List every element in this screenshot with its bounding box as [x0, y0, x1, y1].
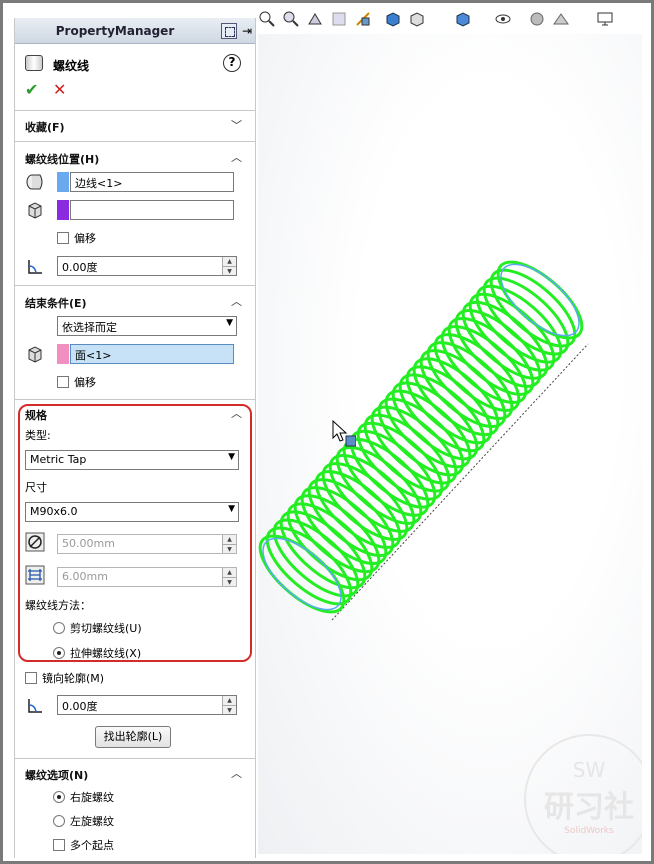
- mirror-profile-label: 镜向轮廓(M): [42, 672, 105, 685]
- end-condition-select[interactable]: 依选择而定 ▼: [57, 316, 237, 336]
- watermark-top: SW: [572, 758, 606, 782]
- helix-thread-model[interactable]: [258, 34, 642, 854]
- offset-label: 偏移: [74, 376, 96, 389]
- display-style-icon[interactable]: [408, 10, 426, 28]
- divider: [15, 285, 255, 286]
- profile-angle-value: 0.00度: [62, 700, 98, 713]
- feature-row: 螺纹线 ?: [25, 54, 245, 74]
- hide-show-items-icon[interactable]: [454, 10, 472, 28]
- view-orientation-icon[interactable]: [384, 10, 402, 28]
- chevron-up-icon[interactable]: ︿: [231, 149, 242, 165]
- favorites-title[interactable]: 收藏(F): [25, 119, 65, 135]
- right-hand-thread-radio[interactable]: 右旋螺纹: [53, 789, 114, 805]
- divider: [15, 141, 255, 142]
- end-face-color-swatch: [57, 344, 69, 364]
- end-face-selection-field[interactable]: 面<1>: [70, 344, 234, 364]
- start-angle-value: 0.00度: [62, 261, 98, 274]
- zoom-to-fit-icon[interactable]: [258, 10, 276, 28]
- spin-up-icon[interactable]: ▲: [222, 696, 236, 705]
- spin-down-icon[interactable]: ▼: [222, 705, 236, 714]
- end-condition-value: 依选择而定: [62, 321, 117, 334]
- angle-icon: [25, 695, 45, 715]
- pin-icon[interactable]: [221, 23, 237, 39]
- divider: [15, 758, 255, 759]
- edge-select-icon: [25, 172, 45, 192]
- edit-appearance-icon[interactable]: [528, 10, 546, 28]
- end-offset-checkbox[interactable]: 偏移: [57, 374, 96, 390]
- end-condition-title[interactable]: 结束条件(E): [25, 295, 87, 311]
- thread-options-title[interactable]: 螺纹选项(N): [25, 767, 88, 783]
- section-view-icon[interactable]: [330, 10, 348, 28]
- watermark-sub: SolidWorks: [564, 826, 614, 836]
- left-hand-thread-radio[interactable]: 左旋螺纹: [53, 813, 114, 829]
- graphics-viewport[interactable]: SW 研习社 SolidWorks: [258, 34, 642, 854]
- watermark-main: 研习社: [544, 790, 634, 825]
- pm-title: PropertyManager: [55, 24, 175, 38]
- mirror-profile-checkbox[interactable]: 镜向轮廓(M): [25, 670, 104, 686]
- face-color-swatch: [57, 200, 69, 220]
- position-offset-checkbox[interactable]: 偏移: [57, 230, 96, 246]
- view-settings-icon[interactable]: [596, 10, 614, 28]
- multiple-starts-checkbox[interactable]: 多个起点: [53, 837, 114, 853]
- locate-profile-button[interactable]: 找出轮廓(L): [95, 726, 171, 748]
- profile-angle-spinner[interactable]: 0.00度 ▲ ▼: [57, 695, 237, 715]
- ok-button[interactable]: ✔: [25, 80, 38, 99]
- eye-icon[interactable]: [494, 10, 512, 28]
- spec-highlight-box: [18, 404, 252, 662]
- right-hand-label: 右旋螺纹: [70, 791, 114, 804]
- feature-name: 螺纹线: [53, 59, 90, 73]
- left-hand-label: 左旋螺纹: [70, 815, 114, 828]
- mouse-cursor-icon: [332, 420, 356, 447]
- spin-up-icon[interactable]: ▲: [222, 257, 236, 266]
- face-selection-field[interactable]: [70, 200, 234, 220]
- previous-view-icon[interactable]: [306, 10, 324, 28]
- push-pin-arrow-icon[interactable]: ⇥: [239, 23, 255, 39]
- heads-up-toolbar: [258, 8, 638, 32]
- position-title[interactable]: 螺纹线位置(H): [25, 151, 99, 167]
- divider: [15, 110, 255, 111]
- zoom-area-icon[interactable]: [282, 10, 300, 28]
- face-select-icon: [25, 344, 45, 364]
- spin-down-icon[interactable]: ▼: [222, 266, 236, 275]
- chevron-up-icon[interactable]: ︿: [231, 765, 242, 781]
- edge-color-swatch: [57, 172, 69, 192]
- dropdown-arrow-icon: ▼: [226, 318, 233, 328]
- divider: [15, 399, 255, 400]
- pm-header: PropertyManager ⇥: [15, 18, 255, 44]
- chevron-down-icon[interactable]: ﹀: [231, 117, 242, 133]
- chevron-up-icon[interactable]: ︿: [231, 293, 242, 309]
- edge-selection-field[interactable]: 边线<1>: [70, 172, 234, 192]
- cancel-button[interactable]: ✕: [53, 80, 66, 99]
- offset-label: 偏移: [74, 232, 96, 245]
- apply-scene-icon[interactable]: [552, 10, 570, 28]
- face-select-icon: [25, 200, 45, 220]
- start-angle-spinner[interactable]: 0.00度 ▲ ▼: [57, 256, 237, 276]
- thread-feature-icon: [25, 55, 43, 71]
- multiple-starts-label: 多个起点: [70, 839, 114, 852]
- help-icon[interactable]: ?: [223, 54, 241, 72]
- dynamic-annotation-icon[interactable]: [354, 10, 372, 28]
- angle-icon: [25, 256, 45, 276]
